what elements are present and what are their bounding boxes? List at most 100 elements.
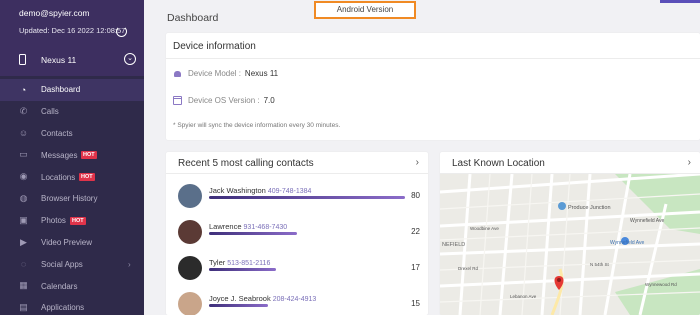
sidebar-item-label: Video Preview: [41, 237, 92, 247]
call-count: 15: [411, 299, 420, 308]
contact-name-text: Joyce J. Seabrook: [209, 294, 271, 303]
android-version-tooltip: Android Version: [314, 1, 416, 19]
refresh-icon[interactable]: [116, 26, 127, 37]
last-location-title: Last Known Location: [452, 158, 545, 169]
main-content: Android Version Dashboard Device informa…: [144, 0, 700, 315]
device-name: Nexus 11: [41, 55, 77, 65]
contact-row[interactable]: Joyce J. Seabrook 208-424-4913 15: [178, 292, 423, 315]
contact-name: Jack Washington 409-748-1384: [209, 186, 311, 195]
account-header: demo@spyier.com Updated: Dec 16 2022 12:…: [0, 0, 144, 76]
avatar: [178, 220, 202, 244]
hot-badge: HOT: [79, 173, 95, 182]
last-location-header[interactable]: Last Known Location ›: [440, 152, 700, 174]
sidebar-item-label: Calendars: [41, 281, 78, 291]
chevron-right-icon: ›: [128, 259, 131, 269]
call-count-bar: [209, 304, 268, 307]
contacts-icon: ☺: [18, 128, 29, 139]
phone-icon: ✆: [19, 105, 28, 116]
calendar-icon: [173, 96, 182, 105]
sidebar-item-label: Dashboard: [41, 85, 81, 95]
device-selector[interactable]: Nexus 11 ⌄: [0, 50, 144, 70]
top-contacts-title: Recent 5 most calling contacts: [178, 158, 314, 169]
divider: [166, 58, 700, 59]
avatar: [178, 292, 202, 315]
chat-icon: ▭: [19, 149, 28, 160]
contact-name: Joyce J. Seabrook 208-424-4913: [209, 294, 316, 303]
svg-text:Woodbine Ave: Woodbine Ave: [470, 226, 499, 231]
call-count-track: [209, 196, 405, 199]
sidebar-item-video-preview[interactable]: ▶ Video Preview: [0, 232, 144, 254]
video-icon: ▶: [20, 236, 27, 247]
account-email: demo@spyier.com: [19, 8, 90, 18]
chevron-right-icon[interactable]: ›: [688, 157, 691, 168]
sidebar-item-label: Browser History: [41, 194, 98, 204]
hot-badge: HOT: [70, 216, 86, 225]
sidebar-item-applications[interactable]: ▤ Applications: [0, 297, 144, 315]
contact-name-text: Lawrence: [209, 222, 242, 231]
sidebar-item-locations[interactable]: ◉ Locations HOT: [0, 166, 144, 188]
sidebar-item-dashboard[interactable]: ◔ Dashboard: [0, 79, 144, 101]
sidebar-item-calls[interactable]: ✆ Calls: [0, 101, 144, 123]
contact-phone: 208-424-4913: [272, 296, 317, 303]
svg-text:Wynnefield Ave: Wynnefield Ave: [630, 218, 665, 224]
device-os-row: Device OS Version : 7.0: [173, 96, 275, 105]
device-model-row: Device Model : Nexus 11: [173, 69, 278, 78]
call-count: 80: [411, 191, 420, 200]
sidebar-item-label: Calls: [41, 107, 59, 117]
call-count-track: [209, 268, 405, 271]
svg-text:Wynnewood Rd: Wynnewood Rd: [645, 282, 677, 287]
contact-row[interactable]: Tyler 513-851-2116 17: [178, 256, 423, 292]
contact-row[interactable]: Lawrence 931-468-7430 22: [178, 220, 423, 256]
location-map[interactable]: Produce Junction Wynnefield Ave Wynnefie…: [440, 174, 700, 315]
contact-phone: 931-468-7430: [243, 224, 288, 231]
sync-note: * Spyier will sync the device informatio…: [173, 122, 341, 129]
call-count: 17: [411, 263, 420, 272]
device-os-label: Device OS Version :: [188, 96, 260, 105]
contact-phone: 513-851-2116: [227, 260, 271, 267]
device-model-value: Nexus 11: [244, 69, 279, 78]
call-count-bar: [209, 196, 405, 199]
call-count-bar: [209, 268, 276, 271]
avatar: [178, 184, 202, 208]
dashboard-icon: ◔: [20, 84, 27, 95]
hot-badge: HOT: [81, 151, 97, 160]
call-count-bar: [209, 232, 298, 235]
svg-text:NEFIELD: NEFIELD: [442, 242, 465, 248]
device-os-value: 7.0: [263, 96, 275, 105]
globe-icon: ◍: [19, 192, 28, 203]
sidebar-item-photos[interactable]: ▣ Photos HOT: [0, 210, 144, 232]
top-accent-bar: [660, 0, 700, 3]
sidebar-item-messages[interactable]: ▭ Messages HOT: [0, 144, 144, 166]
call-count: 22: [411, 227, 420, 236]
contact-row[interactable]: Jack Washington 409-748-1384 80: [178, 184, 423, 220]
sidebar-item-social-apps[interactable]: ◌ Social Apps ›: [0, 253, 144, 275]
image-icon: ▣: [19, 214, 28, 225]
svg-text:Lebanon Ave: Lebanon Ave: [510, 294, 537, 299]
contact-name-text: Jack Washington: [209, 186, 266, 195]
contact-name-text: Tyler: [209, 258, 226, 267]
map-label-produce: Produce Junction: [568, 205, 611, 211]
top-contacts-header[interactable]: Recent 5 most calling contacts ›: [166, 152, 428, 174]
sidebar-item-browser-history[interactable]: ◍ Browser History: [0, 188, 144, 210]
top-contacts-card: Recent 5 most calling contacts › Jack Wa…: [166, 152, 428, 315]
calendar-icon: ▦: [19, 280, 28, 291]
sidebar: demo@spyier.com Updated: Dec 16 2022 12:…: [0, 0, 144, 315]
page-title: Dashboard: [167, 12, 219, 24]
chevron-down-icon[interactable]: ⌄: [124, 53, 136, 65]
call-count-track: [209, 232, 405, 235]
social-icon: ◌: [20, 258, 27, 269]
avatar: [178, 256, 202, 280]
sidebar-item-label: Messages: [41, 150, 78, 160]
svg-text:Wynnefield Ave: Wynnefield Ave: [610, 240, 645, 246]
sidebar-nav: ◔ Dashboard ✆ Calls ☺ Contacts ▭ Messages HOT ◉ Lo…: [0, 79, 144, 315]
contact-name: Lawrence 931-468-7430: [209, 222, 287, 231]
contact-name: Tyler 513-851-2116: [209, 258, 270, 267]
sidebar-item-label: Social Apps: [41, 259, 83, 269]
call-count-track: [209, 304, 405, 307]
phone-device-icon: [19, 54, 26, 65]
sidebar-item-calendars[interactable]: ▦ Calendars: [0, 275, 144, 297]
sidebar-item-contacts[interactable]: ☺ Contacts: [0, 123, 144, 145]
chevron-right-icon[interactable]: ›: [416, 157, 419, 168]
svg-text:N 54th St: N 54th St: [590, 262, 610, 267]
apps-icon: ▤: [19, 301, 28, 312]
